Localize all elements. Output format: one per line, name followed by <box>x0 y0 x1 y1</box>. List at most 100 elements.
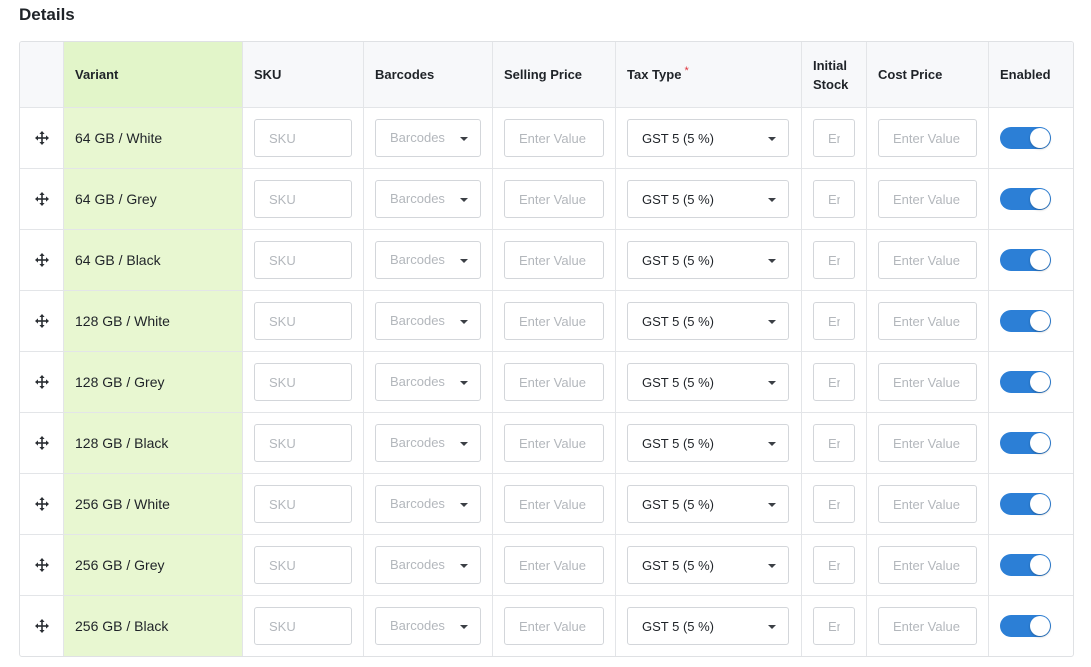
selling-price-input[interactable] <box>504 363 604 401</box>
tax-type-select[interactable]: GST 5 (5 %) <box>627 485 789 523</box>
variant-name: 128 GB / Grey <box>75 374 165 390</box>
barcodes-select[interactable]: Barcodes <box>375 119 481 157</box>
initial-stock-cell <box>801 108 866 168</box>
enabled-cell <box>988 352 1073 412</box>
drag-move-icon[interactable] <box>34 558 49 572</box>
initial-stock-cell <box>801 413 866 473</box>
cost-price-input[interactable] <box>878 363 977 401</box>
initial-stock-input[interactable] <box>813 546 855 584</box>
table-row: 64 GB / Black Barcodes GST 5 (5 %) <box>20 229 1073 290</box>
cost-price-input[interactable] <box>878 485 977 523</box>
drag-move-icon[interactable] <box>34 192 49 206</box>
barcodes-placeholder: Barcodes <box>390 191 445 206</box>
sku-input[interactable] <box>254 241 352 279</box>
selling-price-input[interactable] <box>504 302 604 340</box>
drag-move-icon[interactable] <box>34 375 49 389</box>
enabled-toggle[interactable] <box>1000 127 1051 149</box>
tax-type-select[interactable]: GST 5 (5 %) <box>627 546 789 584</box>
initial-stock-input[interactable] <box>813 424 855 462</box>
selling-price-cell <box>492 413 615 473</box>
barcodes-select[interactable]: Barcodes <box>375 363 481 401</box>
header-selling-price: Selling Price <box>492 42 615 107</box>
selling-price-input[interactable] <box>504 607 604 645</box>
chevron-down-icon <box>460 198 468 202</box>
selling-price-input[interactable] <box>504 546 604 584</box>
barcodes-select[interactable]: Barcodes <box>375 302 481 340</box>
variants-table: Variant SKU Barcodes Selling Price Tax T… <box>19 41 1074 657</box>
selling-price-input[interactable] <box>504 424 604 462</box>
chevron-down-icon <box>768 198 776 202</box>
barcodes-select[interactable]: Barcodes <box>375 424 481 462</box>
barcodes-select[interactable]: Barcodes <box>375 241 481 279</box>
enabled-toggle[interactable] <box>1000 493 1051 515</box>
barcodes-select[interactable]: Barcodes <box>375 180 481 218</box>
sku-cell <box>242 108 363 168</box>
variant-cell: 128 GB / Grey <box>63 352 242 412</box>
cost-price-input[interactable] <box>878 424 977 462</box>
enabled-toggle[interactable] <box>1000 615 1051 637</box>
drag-move-icon[interactable] <box>34 131 49 145</box>
initial-stock-input[interactable] <box>813 180 855 218</box>
sku-input[interactable] <box>254 485 352 523</box>
barcodes-select[interactable]: Barcodes <box>375 607 481 645</box>
header-initial-stock-line1: Initial <box>813 57 847 73</box>
cost-price-cell <box>866 230 988 290</box>
initial-stock-cell <box>801 230 866 290</box>
tax-type-value: GST 5 (5 %) <box>642 618 715 634</box>
barcodes-cell: Barcodes <box>363 474 492 534</box>
tax-type-select[interactable]: GST 5 (5 %) <box>627 363 789 401</box>
selling-price-input[interactable] <box>504 180 604 218</box>
sku-input[interactable] <box>254 302 352 340</box>
sku-cell <box>242 291 363 351</box>
drag-move-icon[interactable] <box>34 436 49 450</box>
cost-price-input[interactable] <box>878 180 977 218</box>
enabled-toggle[interactable] <box>1000 249 1051 271</box>
barcodes-select[interactable]: Barcodes <box>375 546 481 584</box>
cost-price-input[interactable] <box>878 607 977 645</box>
sku-input[interactable] <box>254 119 352 157</box>
cost-price-input[interactable] <box>878 241 977 279</box>
tax-type-select[interactable]: GST 5 (5 %) <box>627 424 789 462</box>
sku-input[interactable] <box>254 363 352 401</box>
drag-move-icon[interactable] <box>34 497 49 511</box>
selling-price-input[interactable] <box>504 241 604 279</box>
drag-move-icon[interactable] <box>34 619 49 633</box>
barcodes-cell: Barcodes <box>363 535 492 595</box>
toggle-knob <box>1030 494 1050 514</box>
enabled-toggle[interactable] <box>1000 432 1051 454</box>
tax-type-select[interactable]: GST 5 (5 %) <box>627 302 789 340</box>
initial-stock-input[interactable] <box>813 363 855 401</box>
cost-price-input[interactable] <box>878 302 977 340</box>
initial-stock-input[interactable] <box>813 119 855 157</box>
initial-stock-input[interactable] <box>813 302 855 340</box>
enabled-toggle[interactable] <box>1000 188 1051 210</box>
tax-type-value: GST 5 (5 %) <box>642 130 715 146</box>
drag-move-icon[interactable] <box>34 314 49 328</box>
sku-input[interactable] <box>254 546 352 584</box>
tax-type-select[interactable]: GST 5 (5 %) <box>627 607 789 645</box>
sku-input[interactable] <box>254 607 352 645</box>
cost-price-input[interactable] <box>878 546 977 584</box>
initial-stock-input[interactable] <box>813 607 855 645</box>
enabled-toggle[interactable] <box>1000 371 1051 393</box>
enabled-toggle[interactable] <box>1000 310 1051 332</box>
table-row: 64 GB / White Barcodes GST 5 (5 %) <box>20 107 1073 168</box>
sku-input[interactable] <box>254 424 352 462</box>
enabled-toggle[interactable] <box>1000 554 1051 576</box>
cost-price-input[interactable] <box>878 119 977 157</box>
header-sku-label: SKU <box>254 67 282 82</box>
tax-type-select[interactable]: GST 5 (5 %) <box>627 241 789 279</box>
selling-price-input[interactable] <box>504 119 604 157</box>
sku-input[interactable] <box>254 180 352 218</box>
initial-stock-input[interactable] <box>813 241 855 279</box>
tax-type-select[interactable]: GST 5 (5 %) <box>627 119 789 157</box>
header-initial-stock: Initial Stock <box>801 42 866 107</box>
initial-stock-input[interactable] <box>813 485 855 523</box>
initial-stock-cell <box>801 291 866 351</box>
selling-price-input[interactable] <box>504 485 604 523</box>
barcodes-select[interactable]: Barcodes <box>375 485 481 523</box>
drag-move-icon[interactable] <box>34 253 49 267</box>
chevron-down-icon <box>768 137 776 141</box>
cost-price-cell <box>866 413 988 473</box>
tax-type-select[interactable]: GST 5 (5 %) <box>627 180 789 218</box>
